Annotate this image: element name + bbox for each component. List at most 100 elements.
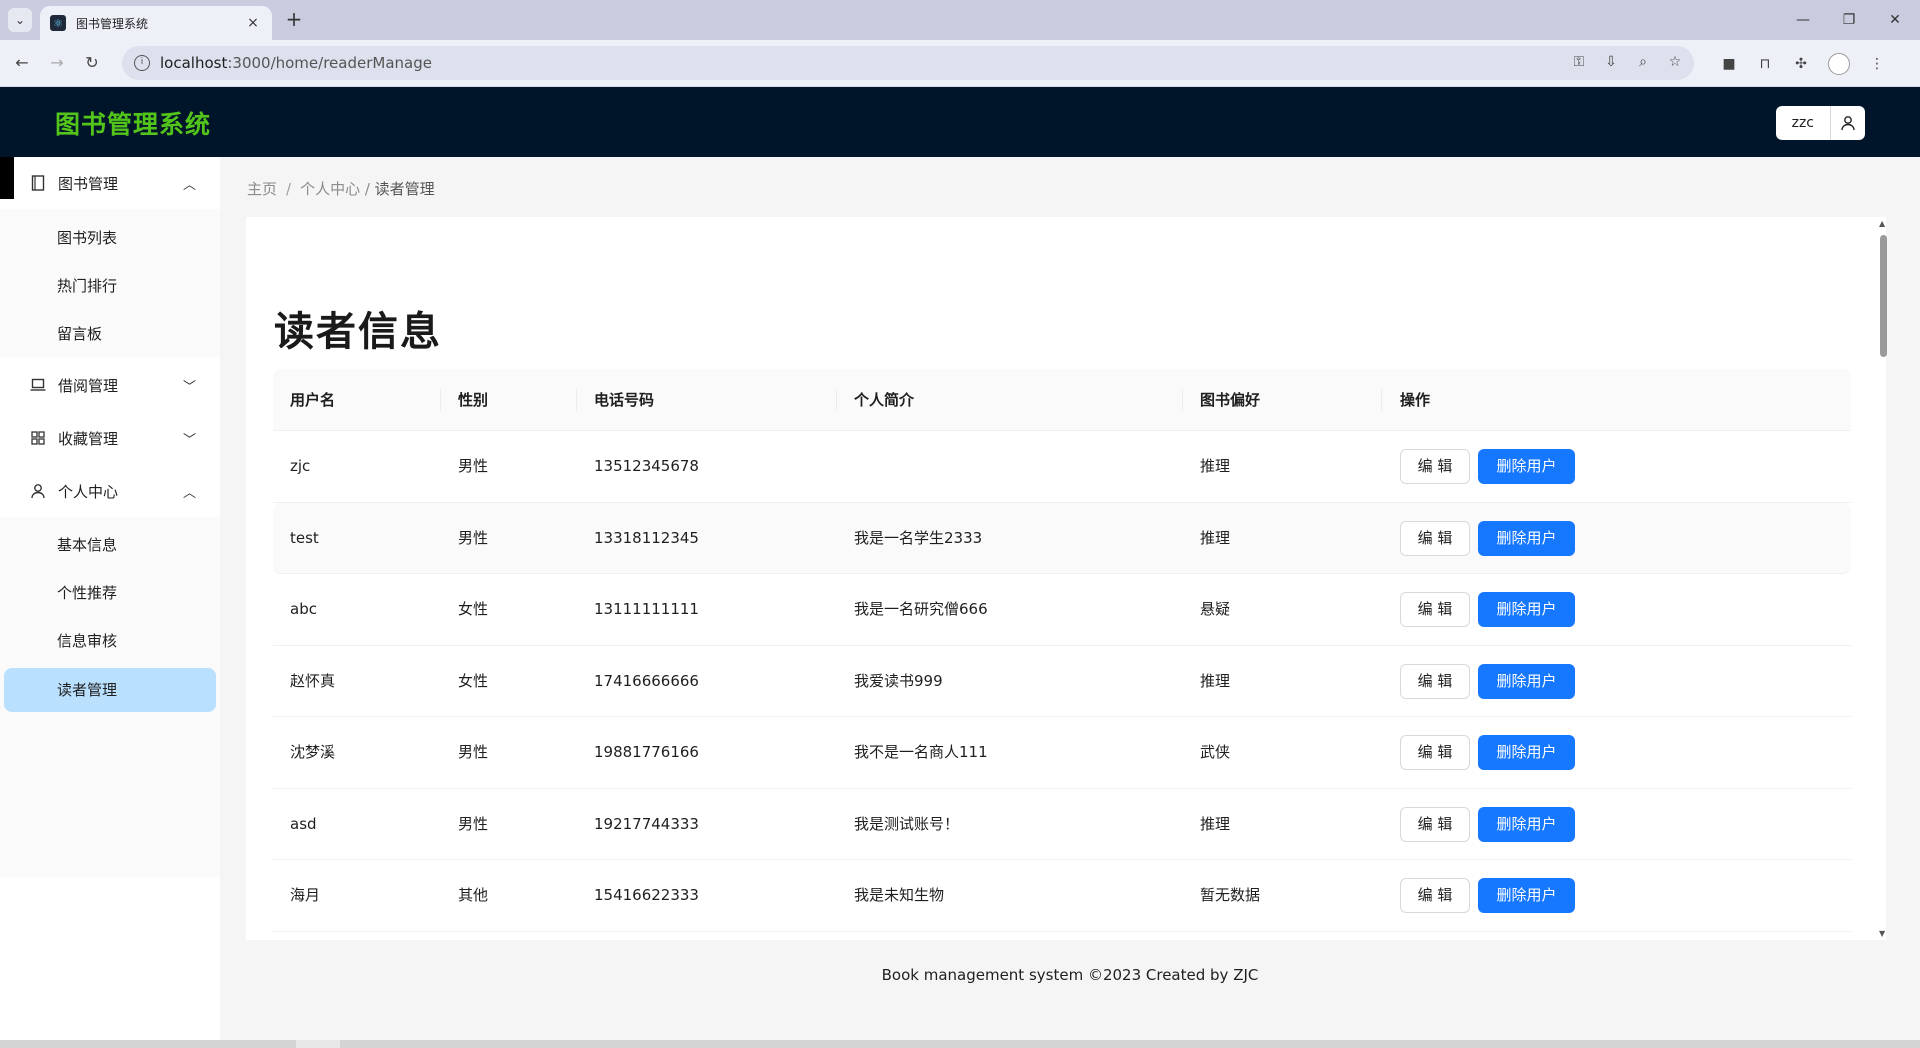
edit-button[interactable]: 编 辑 [1400, 520, 1470, 556]
cell-bio: 我是一名学生2333 [854, 528, 983, 547]
puzzle-extensions-icon[interactable]: ✣ [1792, 56, 1810, 72]
delete-user-button[interactable]: 删除用户 [1478, 735, 1575, 770]
address-bar[interactable]: i localhost:3000/home/readerManage ⚿ ⇩ ⌕… [122, 46, 1694, 80]
bookmark-star-icon[interactable]: ☆ [1666, 54, 1684, 70]
user-icon [30, 483, 46, 499]
appstore-icon [30, 430, 46, 446]
sidebar-item-hot-ranking[interactable]: 热门排行 [0, 264, 220, 308]
more-menu-icon[interactable]: ⋮ [1868, 56, 1886, 72]
minimize-button[interactable]: — [1780, 6, 1826, 34]
username-button[interactable]: zzc [1776, 106, 1831, 140]
cell-preference: 推理 [1200, 528, 1231, 547]
breadcrumb-personal-center[interactable]: 个人中心 / [300, 180, 375, 198]
delete-user-button[interactable]: 删除用户 [1478, 663, 1575, 699]
edit-button[interactable]: 编 辑 [1400, 878, 1470, 913]
table-row: 赵怀真 女性 17416666666 我爱读书999 推理 编 辑删除用户 [273, 646, 1851, 717]
cell-phone: 19881776166 [594, 743, 699, 761]
user-icon[interactable] [1831, 106, 1865, 140]
scroll-down-arrow-icon[interactable]: ▼ [1879, 929, 1885, 938]
delete-user-button[interactable]: 删除用户 [1478, 806, 1575, 842]
content-card: 读者信息 用户名 性别 电话号码 个人简介 图书偏好 操作 zjc 男性 13512… [246, 217, 1886, 940]
breadcrumb-current: 读者管理 [374, 180, 435, 198]
sidebar-item-message-board[interactable]: 留言板 [0, 312, 220, 356]
table-row: zjc 男性 13512345678 推理 编 辑删除用户 [273, 431, 1851, 503]
scrollbar-thumb[interactable] [296, 1040, 340, 1048]
table-row: asd 男性 19217744333 我是测试账号！ 推理 编 辑删除用户 [273, 789, 1851, 860]
scrollbar-thumb[interactable] [1880, 235, 1887, 357]
delete-user-button[interactable]: 删除用户 [1478, 592, 1575, 627]
column-header-gender: 性别 [458, 391, 489, 409]
forward-arrow-icon[interactable]: → [45, 51, 69, 75]
table-row: abc 女性 13111111111 我是一名研究僧666 悬疑 编 辑删除用户 [273, 574, 1851, 646]
cell-phone: 19217744333 [594, 814, 699, 833]
column-divider [836, 389, 837, 411]
cell-preference: 暂无数据 [1200, 886, 1261, 904]
extension-app-icon[interactable]: ■ [1720, 56, 1738, 72]
edit-button[interactable]: 编 辑 [1400, 663, 1470, 699]
tab-search-button[interactable]: ⌄ [8, 8, 32, 32]
cell-bio: 我是未知生物 [854, 886, 945, 904]
delete-user-button[interactable]: 删除用户 [1478, 449, 1575, 484]
sidebar-item-reader-manage[interactable]: 读者管理 [4, 668, 216, 712]
scroll-up-arrow-icon[interactable]: ▲ [1879, 219, 1885, 228]
sidebar-item-basic-info[interactable]: 基本信息 [0, 523, 220, 567]
breadcrumb-home[interactable]: 主页 [247, 180, 277, 198]
url-host: localhost [160, 54, 228, 72]
sidebar-group-favorite-manage[interactable]: 收藏管理 ﹀ [0, 412, 220, 464]
zoom-icon[interactable]: ⌕ [1634, 54, 1652, 70]
browser-tab-bar: ⌄ ⚛ 图书管理系统 × + — ❐ ✕ [0, 0, 1920, 40]
delete-user-button[interactable]: 删除用户 [1478, 520, 1575, 556]
sidebar-group-label: 借阅管理 [58, 376, 119, 395]
cell-phone: 13512345678 [594, 457, 699, 475]
reload-icon[interactable]: ↻ [80, 51, 104, 75]
user-button-group[interactable]: zzc [1775, 106, 1865, 140]
sidebar-group-borrow-manage[interactable]: 借阅管理 ﹀ [0, 359, 220, 411]
url-text: localhost:3000/home/readerManage [160, 54, 432, 72]
table-body: zjc 男性 13512345678 推理编 辑删除用户 test 男性 133181123… [273, 431, 1851, 932]
tab-close-icon[interactable]: × [244, 15, 262, 31]
close-window-button[interactable]: ✕ [1872, 6, 1918, 34]
column-header-actions: 操作 [1400, 391, 1431, 409]
page-title: 读者信息 [274, 309, 442, 355]
install-app-icon[interactable]: ⇩ [1602, 54, 1620, 70]
table-row: 沈梦溪 男性 19881776166 我不是一名商人111 武侠 编 辑删除用户 [273, 717, 1851, 789]
sidebar-group-personal-center[interactable]: 个人中心 ︿ [0, 465, 220, 517]
page-footer: Book management system ©2023 Created by … [881, 966, 1259, 984]
content-scrollbar[interactable]: ▲ ▼ [1877, 217, 1889, 940]
sidebar-item-recommend[interactable]: 个性推荐 [0, 571, 220, 615]
sidebar-item-info-review[interactable]: 信息审核 [0, 619, 220, 663]
breadcrumb-separator: / [286, 180, 292, 198]
browser-tab[interactable]: ⚛ 图书管理系统 × [40, 6, 272, 40]
edit-button[interactable]: 编 辑 [1400, 806, 1470, 842]
column-divider [1182, 389, 1183, 411]
sidebar-group-label: 图书管理 [58, 174, 119, 193]
password-key-icon[interactable]: ⚿ [1570, 54, 1588, 70]
chevron-down-icon: ﹀ [182, 432, 196, 448]
new-tab-button[interactable]: + [282, 8, 306, 32]
cell-gender: 其他 [458, 886, 489, 904]
edit-button[interactable]: 编 辑 [1400, 735, 1470, 770]
horizontal-scrollbar[interactable] [0, 1040, 1920, 1048]
cell-username: test [290, 528, 319, 547]
back-arrow-icon[interactable]: ← [10, 51, 34, 75]
laptop-icon [30, 377, 46, 393]
delete-user-button[interactable]: 删除用户 [1478, 878, 1575, 913]
sidebar-item-book-list[interactable]: 图书列表 [0, 216, 220, 260]
url-path: :3000/home/readerManage [227, 54, 432, 72]
column-divider [1381, 389, 1382, 411]
chevron-up-icon: ︿ [182, 177, 196, 193]
cell-username: 海月 [290, 886, 321, 904]
edit-button[interactable]: 编 辑 [1400, 592, 1470, 627]
profile-avatar-icon[interactable] [1828, 53, 1850, 75]
site-info-icon[interactable]: i [134, 55, 150, 71]
cell-username: 赵怀真 [290, 671, 336, 690]
sidebar-group-book-manage[interactable]: 图书管理 ︿ [0, 157, 220, 209]
cell-phone: 13111111111 [594, 600, 699, 618]
column-divider [440, 389, 441, 411]
cell-phone: 17416666666 [594, 671, 699, 690]
app-header: 图书管理系统 zzc [0, 87, 1920, 157]
restore-button[interactable]: ❐ [1826, 6, 1872, 34]
column-header-phone: 电话号码 [594, 391, 655, 409]
bookmarks-icon[interactable]: ⊓ [1756, 56, 1774, 72]
edit-button[interactable]: 编 辑 [1400, 449, 1470, 484]
